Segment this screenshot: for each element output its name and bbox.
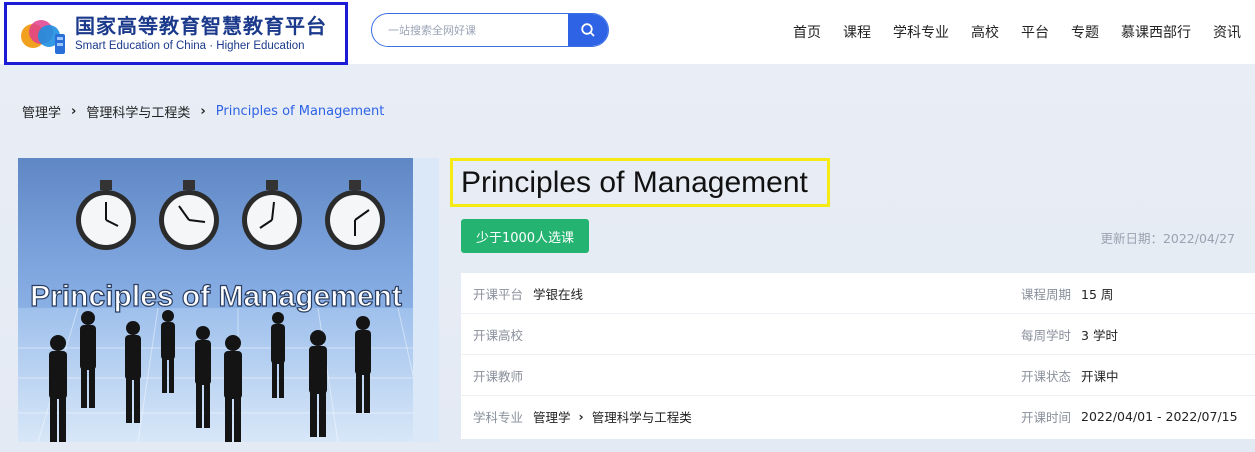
logo-title-en: Smart Education of China · Higher Educat… xyxy=(75,39,305,52)
nav-item-courses[interactable]: 课程 xyxy=(843,22,871,42)
duration-label: 课程周期 xyxy=(1021,286,1072,302)
search-icon xyxy=(581,23,595,37)
weekly-hours-label: 每周学时 xyxy=(1021,327,1072,343)
platform-label: 开课平台 xyxy=(473,286,524,302)
info-row: 开课教师 开课状态 开课中 xyxy=(461,355,1255,396)
platform-value[interactable]: 学银在线 xyxy=(533,284,583,303)
nav-item-universities[interactable]: 高校 xyxy=(971,22,999,42)
subject-category[interactable]: 管理科学与工程类 xyxy=(592,407,692,426)
course-info-table: 开课平台 学银在线 课程周期 15 周 开课高校 每周学时 3 学时 开课教师 … xyxy=(461,273,1255,439)
info-row: 开课平台 学银在线 课程周期 15 周 xyxy=(461,273,1255,314)
site-logo[interactable]: 国家高等教育智慧教育平台 Smart Education of China · … xyxy=(4,2,348,65)
clock-icon xyxy=(76,180,385,250)
open-time-value: 2022/04/01 - 2022/07/15 xyxy=(1081,409,1238,424)
course-title-box: Principles of Management xyxy=(450,158,830,207)
cover-title: Principles of Management xyxy=(30,280,402,313)
chevron-right-icon: › xyxy=(71,104,77,119)
main-nav: 首页 课程 学科专业 高校 平台 专题 慕课西部行 资讯 xyxy=(793,0,1255,64)
status-label: 开课状态 xyxy=(1021,368,1072,384)
breadcrumb-current: Principles of Management xyxy=(215,104,385,119)
university-label: 开课高校 xyxy=(473,327,524,343)
nav-item-topics[interactable]: 专题 xyxy=(1071,22,1099,42)
search-button[interactable] xyxy=(568,14,608,46)
weekly-hours-value: 3 学时 xyxy=(1081,327,1118,343)
duration-value: 15 周 xyxy=(1081,286,1114,302)
info-row: 开课高校 每周学时 3 学时 xyxy=(461,314,1255,355)
subject-discipline[interactable]: 管理学 xyxy=(533,407,571,426)
enroll-count-button[interactable]: 少于1000人选课 xyxy=(461,219,589,253)
course-cover-image: Principles of Management xyxy=(18,158,439,442)
update-date: 更新日期：2022/04/27 xyxy=(1100,231,1235,246)
chevron-right-icon: › xyxy=(200,104,206,119)
status-value: 开课中 xyxy=(1081,368,1119,384)
info-row: 学科专业 管理学 › 管理科学与工程类 开课时间 2022/04/01 - 20… xyxy=(461,396,1255,437)
top-header: 国家高等教育智慧教育平台 Smart Education of China · … xyxy=(0,0,1255,65)
subject-label: 学科专业 xyxy=(473,410,524,425)
logo-mark-icon xyxy=(19,12,67,56)
nav-item-news[interactable]: 资讯 xyxy=(1213,22,1241,42)
logo-title-cn: 国家高等教育智慧教育平台 xyxy=(75,13,327,38)
nav-item-platforms[interactable]: 平台 xyxy=(1021,22,1049,42)
breadcrumb-item-discipline[interactable]: 管理学 xyxy=(22,102,61,121)
breadcrumb-item-category[interactable]: 管理科学与工程类 xyxy=(86,102,190,121)
search-input[interactable] xyxy=(372,14,568,46)
course-title: Principles of Management xyxy=(461,165,808,199)
chevron-right-icon: › xyxy=(578,409,584,424)
nav-item-disciplines[interactable]: 学科专业 xyxy=(893,22,949,42)
open-time-label: 开课时间 xyxy=(1021,410,1072,425)
teacher-label: 开课教师 xyxy=(473,368,524,384)
nav-item-home[interactable]: 首页 xyxy=(793,22,821,42)
nav-item-mooc-west[interactable]: 慕课西部行 xyxy=(1121,22,1191,42)
breadcrumb: 管理学 › 管理科学与工程类 › Principles of Managemen… xyxy=(22,102,384,121)
search-bar xyxy=(371,13,609,47)
